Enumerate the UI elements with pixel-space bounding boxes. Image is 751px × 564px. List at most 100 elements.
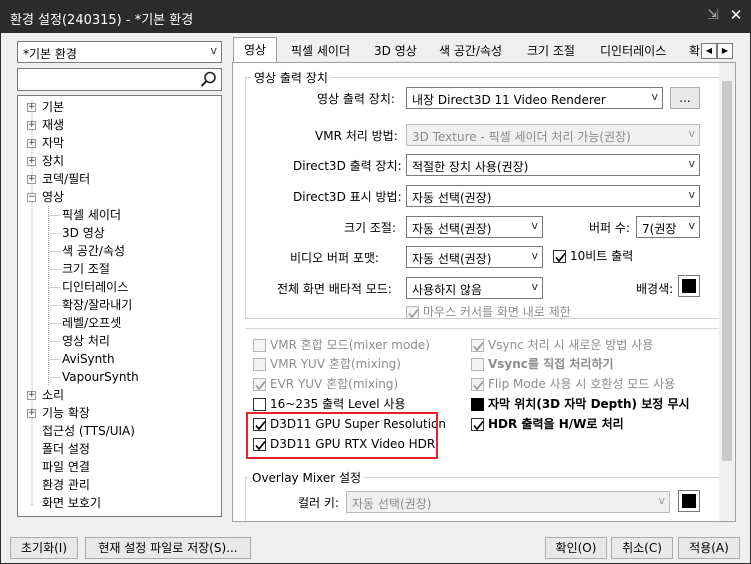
search-icon[interactable]: [199, 70, 218, 89]
video-settings-page: 영상 출력 장치 영상 출력 장치: 내장 Direct3D 11 Video …: [232, 62, 736, 522]
expand-icon[interactable]: +: [27, 409, 36, 418]
profile-select-value: *기본 환경: [23, 47, 77, 61]
buffer-count-select[interactable]: 7(권장 v: [636, 216, 700, 238]
checkbox-box[interactable]: [253, 378, 266, 391]
tree-item-vapoursynth[interactable]: VapourSynth: [62, 368, 139, 386]
tree-item-basic[interactable]: + 기본: [18, 98, 218, 116]
tree-item-resize[interactable]: 크기 조절: [62, 260, 110, 278]
tree-item-profile-manage[interactable]: 환경 관리: [42, 476, 90, 494]
tree-item-3d-video[interactable]: 3D 영상: [62, 224, 105, 242]
tree-item-level-offset[interactable]: 레벨/오프셋: [62, 314, 121, 332]
chevron-down-icon: v: [531, 219, 538, 232]
chevron-down-icon: v: [658, 494, 665, 507]
tree-item-expand-crop[interactable]: 확장/잘라내기: [62, 296, 132, 314]
tab-video[interactable]: 영상: [233, 37, 278, 63]
tree-item-label: 기능 확장: [42, 406, 90, 420]
exclusive-fullscreen-label: 전체 화면 배타적 모드:: [277, 282, 392, 296]
tab-scroll-left-icon[interactable]: ◀: [701, 43, 717, 59]
scrollbar-thumb[interactable]: [722, 81, 732, 461]
checkbox-box[interactable]: [471, 339, 484, 352]
tree-item-avisynth[interactable]: AviSynth: [62, 350, 115, 368]
checkbox-label: Vsync를 직접 처리하기: [488, 357, 614, 371]
video-buffer-format-select[interactable]: 자동 선택(권장) v: [406, 246, 543, 268]
tab-color-space[interactable]: 색 공간/속성: [439, 41, 502, 63]
reset-button[interactable]: 초기화(I): [10, 537, 78, 559]
vmr-method-label: VMR 처리 방법:: [315, 129, 398, 143]
checkbox-box[interactable]: [553, 250, 566, 263]
settings-tree[interactable]: + 기본 + 재생 + 자막 + 장치 + 코덱/필터 − 영상 픽셀 세이더 …: [17, 95, 222, 517]
color-key-select[interactable]: 자동 선택(권장) v: [346, 491, 670, 513]
tree-item-codecs[interactable]: + 코덱/필터: [18, 170, 218, 188]
device-options-button[interactable]: ...: [670, 87, 700, 109]
tree-item-color-space[interactable]: 색 공간/속성: [62, 242, 125, 260]
tab-3d-video[interactable]: 3D 영상: [374, 41, 417, 63]
tab-scroll-right-icon[interactable]: ▶: [717, 43, 733, 59]
tab-more[interactable]: 확: [689, 41, 700, 63]
color-key-swatch[interactable]: [678, 490, 700, 512]
output-device-group-title: 영상 출력 장치: [251, 69, 331, 86]
chevron-down-icon: v: [531, 280, 538, 293]
checkbox-box[interactable]: [253, 339, 266, 352]
d3d-device-label: Direct3D 출력 장치:: [293, 159, 402, 173]
tree-item-label: 재생: [42, 118, 65, 132]
apply-button[interactable]: 적용(A): [678, 537, 740, 559]
checkbox-box[interactable]: [471, 378, 484, 391]
tree-item-video[interactable]: − 영상: [18, 188, 218, 206]
checkbox-box[interactable]: [471, 398, 484, 411]
tree-item-screensaver[interactable]: 화면 보호기: [42, 494, 101, 512]
title-bar[interactable]: 환경 설정(240315) - *기본 환경 ⇲ ✕: [1, 1, 750, 33]
checkbox-label: EVR YUV 혼합(mixing): [270, 377, 399, 391]
expand-icon[interactable]: +: [27, 391, 36, 400]
tree-item-video-processing[interactable]: 영상 처리: [62, 332, 110, 350]
tab-deinterlace[interactable]: 디인터레이스: [600, 41, 666, 63]
tree-item-playback[interactable]: + 재생: [18, 116, 218, 134]
output-device-select[interactable]: 내장 Direct3D 11 Video Renderer v: [406, 87, 663, 109]
expand-icon[interactable]: +: [27, 139, 36, 148]
d3d-present-label: Direct3D 표시 방법:: [293, 190, 402, 204]
d3d-device-select[interactable]: 적절한 장치 사용(권장) v: [406, 154, 700, 176]
background-color-label: 배경색:: [636, 282, 674, 296]
expand-icon[interactable]: +: [27, 175, 36, 184]
checkbox-box[interactable]: [471, 418, 484, 431]
tree-item-deinterlace[interactable]: 디인터레이스: [62, 278, 128, 296]
profile-select[interactable]: *기본 환경 v: [17, 41, 222, 63]
checkbox-box[interactable]: [253, 358, 266, 371]
checkbox-box[interactable]: [471, 358, 484, 371]
tree-item-extensions[interactable]: + 기능 확장: [18, 404, 218, 422]
save-to-file-button[interactable]: 현재 설정 파일로 저장(S)...: [85, 537, 251, 559]
expand-icon[interactable]: +: [27, 157, 36, 166]
d3d-present-select[interactable]: 자동 선택(권장) v: [406, 185, 700, 207]
chevron-down-icon: v: [688, 157, 695, 170]
collapse-icon[interactable]: −: [27, 193, 36, 202]
pin-icon[interactable]: ⇲: [704, 7, 722, 27]
tree-item-devices[interactable]: + 장치: [18, 152, 218, 170]
expand-icon[interactable]: +: [27, 121, 36, 130]
color-fill: [682, 279, 696, 293]
window-title: 환경 설정(240315) - *기본 환경: [10, 13, 194, 28]
cancel-button[interactable]: 취소(C): [611, 537, 673, 559]
ok-button[interactable]: 확인(O): [545, 537, 607, 559]
tree-item-pixel-shader[interactable]: 픽셀 세이더: [62, 206, 121, 224]
chevron-down-icon: v: [210, 44, 217, 57]
checkbox-label: HDR 출력을 H/W로 처리: [488, 417, 624, 431]
tree-item-file-assoc[interactable]: 파일 연결: [42, 458, 90, 476]
page-scrollbar[interactable]: [719, 63, 735, 521]
tree-item-sound[interactable]: + 소리: [18, 386, 218, 404]
checkbox-box[interactable]: [406, 306, 419, 319]
search-input[interactable]: [17, 68, 222, 91]
vmr-method-select[interactable]: 3D Texture - 픽셀 세이더 처리 가능(권장) v: [406, 124, 700, 146]
tree-item-folders[interactable]: 폴더 설정: [42, 440, 90, 458]
background-color-swatch[interactable]: [678, 275, 700, 297]
exclusive-fullscreen-select[interactable]: 사용하지 않음 v: [406, 277, 543, 299]
close-icon[interactable]: ✕: [726, 6, 746, 26]
tree-item-accessibility[interactable]: 접근성 (TTS/UIA): [42, 422, 135, 440]
checkbox-box[interactable]: [253, 398, 266, 411]
buffer-count-value: 7(권장: [642, 222, 677, 236]
expand-icon[interactable]: +: [27, 103, 36, 112]
tree-item-subtitles[interactable]: + 자막: [18, 134, 218, 152]
tab-pixel-shader[interactable]: 픽셀 세이더: [291, 41, 350, 63]
buffer-count-label: 버퍼 수:: [589, 221, 630, 235]
video-buffer-format-value: 자동 선택(권장): [412, 252, 492, 266]
tab-resize[interactable]: 크기 조절: [527, 41, 575, 63]
resize-select[interactable]: 자동 선택(권장) v: [406, 216, 543, 238]
